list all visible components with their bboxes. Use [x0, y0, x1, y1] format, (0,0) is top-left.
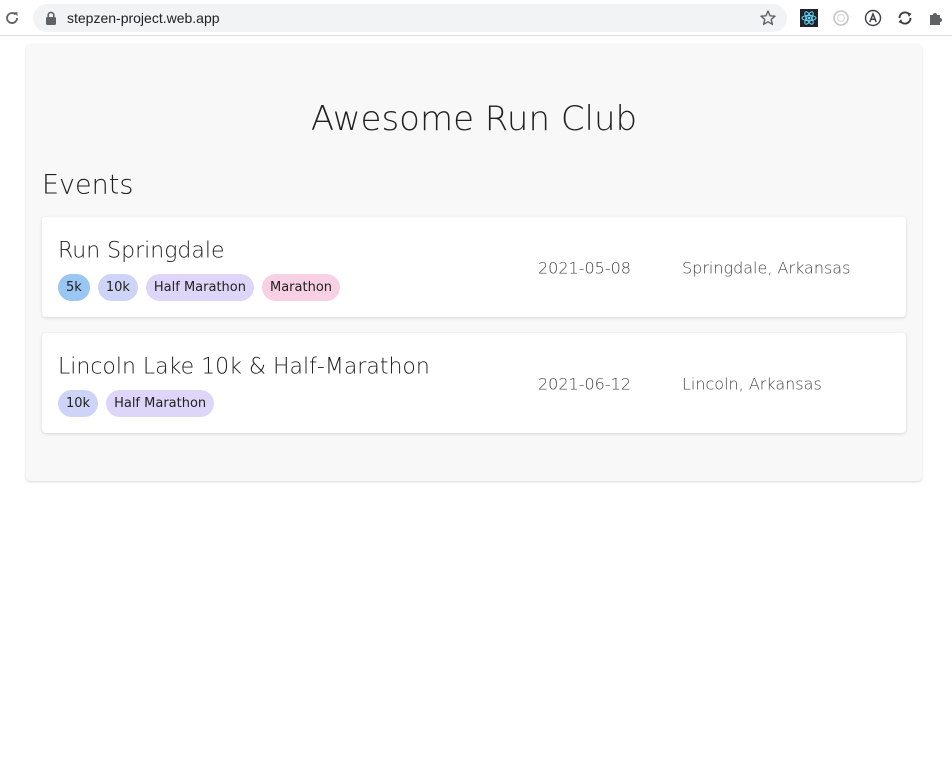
event-date: 2021-06-12	[538, 374, 631, 394]
tag-marathon: Marathon	[261, 274, 341, 301]
event-name: Run Springdale	[58, 238, 225, 264]
events-heading: Events	[42, 169, 134, 201]
url-text[interactable]: stepzen-project.web.app	[67, 4, 220, 32]
puzzle-icon[interactable]	[926, 8, 946, 28]
page-title: Awesome Run Club	[310, 99, 638, 139]
event-tags: 10k Half Marathon	[58, 390, 215, 417]
event-location: Lincoln, Arkansas	[682, 374, 822, 394]
tag-half-marathon: Half Marathon	[145, 274, 254, 301]
tag-half-marathon: Half Marathon	[106, 390, 215, 417]
extension-a-icon[interactable]	[863, 8, 883, 28]
star-icon[interactable]	[759, 9, 777, 27]
reload-icon	[6, 12, 18, 24]
reload-button[interactable]	[2, 8, 22, 28]
event-tags: 5k 10k Half Marathon Marathon	[58, 274, 341, 301]
extension-sync-icon[interactable]	[895, 8, 915, 28]
event-date: 2021-05-08	[538, 258, 631, 278]
lock-icon[interactable]	[45, 11, 57, 25]
tag-5k: 5k	[58, 274, 90, 301]
react-devtools-icon[interactable]	[799, 8, 819, 28]
event-card-run-springdale[interactable]: Run Springdale 5k 10k Half Marathon Mara…	[42, 217, 906, 317]
address-bar[interactable]: stepzen-project.web.app	[33, 4, 787, 32]
tag-10k: 10k	[58, 390, 99, 417]
tag-10k: 10k	[97, 274, 138, 301]
main-card: Awesome Run Club Events Run Springdale 5…	[26, 44, 922, 481]
browser-toolbar: stepzen-project.web.app	[0, 0, 952, 36]
event-location: Springdale, Arkansas	[682, 258, 851, 278]
event-card-lincoln-lake[interactable]: Lincoln Lake 10k & Half-Marathon 10k Hal…	[42, 333, 906, 433]
extension-circle-icon[interactable]	[831, 8, 851, 28]
event-name: Lincoln Lake 10k & Half-Marathon	[58, 354, 430, 380]
